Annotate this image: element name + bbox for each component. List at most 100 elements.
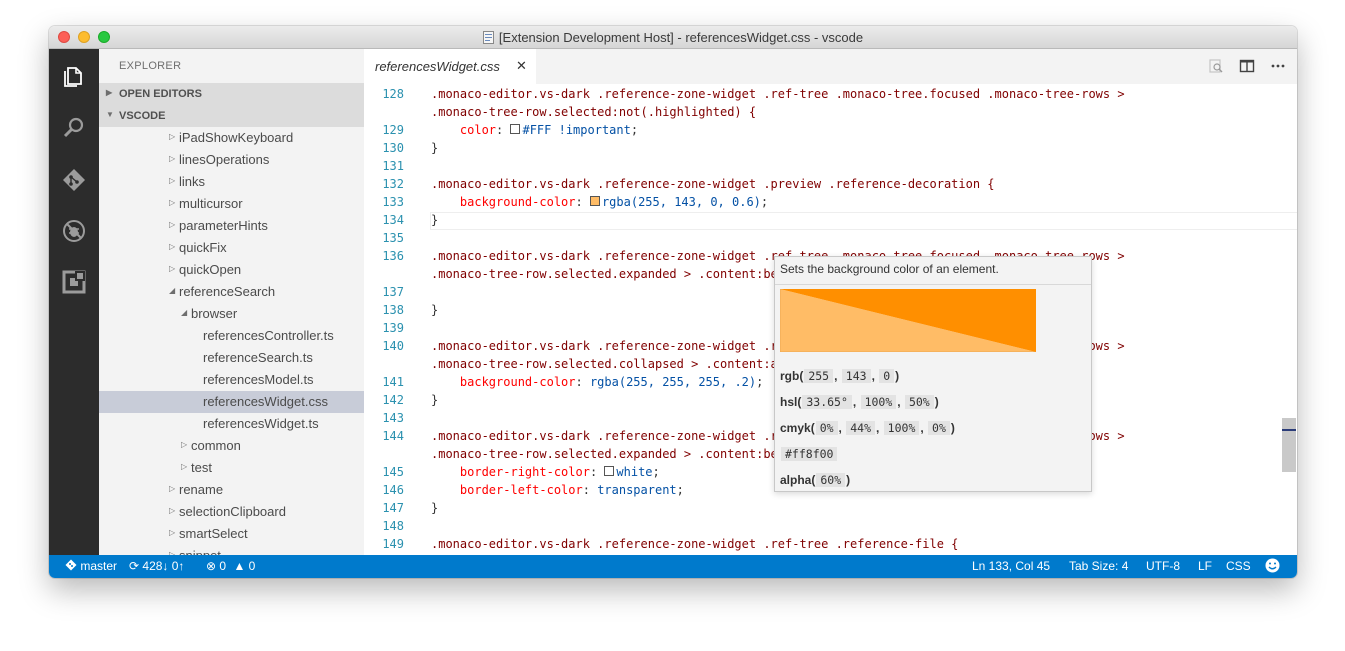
code-token: white bbox=[616, 465, 653, 479]
tree-folder[interactable]: ▷ rename bbox=[99, 479, 364, 501]
color-decorator-swatch[interactable] bbox=[510, 124, 521, 134]
warning-icon: ▲ bbox=[233, 559, 246, 573]
code-token: } bbox=[431, 501, 439, 515]
editor-area: referencesWidget.css ✕ 128 .monaco-editor… bbox=[364, 49, 1297, 555]
tree-folder[interactable]: ▷ common bbox=[99, 435, 364, 457]
line-number: 132 bbox=[382, 177, 404, 191]
tree-folder[interactable]: ▷ linesOperations bbox=[99, 149, 364, 171]
tree-file[interactable]: referencesWidget.ts bbox=[99, 413, 364, 435]
code-token: background-color bbox=[459, 195, 576, 209]
chevron-right-icon: ▷ bbox=[169, 176, 176, 185]
tree-item-label: referencesController.ts bbox=[203, 328, 334, 343]
open-editors-section[interactable]: ▶ OPEN EDITORS bbox=[99, 83, 364, 105]
files-icon[interactable] bbox=[62, 64, 86, 88]
alpha-row: alpha(60%) bbox=[780, 473, 851, 487]
code-token: ; bbox=[760, 195, 769, 209]
tree-folder[interactable]: ◢ browser bbox=[99, 303, 364, 325]
color-decorator-swatch[interactable] bbox=[604, 466, 615, 476]
hex-value: #ff8f00 bbox=[781, 447, 838, 461]
line-number: 148 bbox=[382, 519, 404, 533]
split-editor-icon[interactable] bbox=[1239, 58, 1255, 74]
more-actions-icon[interactable] bbox=[1270, 58, 1286, 74]
tree-folder[interactable]: ▷ multicursor bbox=[99, 193, 364, 215]
scrollbar-cursor-marker bbox=[1282, 429, 1296, 431]
tab-label: referencesWidget.css bbox=[375, 59, 500, 74]
error-icon: ⊗ bbox=[206, 559, 217, 573]
hsl-h-value: 33.65° bbox=[802, 395, 852, 409]
code-token: .monaco-tree-row.selected.expanded > .co… bbox=[431, 447, 822, 461]
line-number: 146 bbox=[382, 483, 404, 497]
code-token: border-right-color bbox=[459, 465, 590, 479]
tree-item-label: quickOpen bbox=[179, 262, 242, 277]
line-number: 147 bbox=[382, 501, 404, 515]
tree-file[interactable]: referencesController.ts bbox=[99, 325, 364, 347]
debug-icon[interactable] bbox=[62, 219, 86, 243]
tree-folder[interactable]: ▷ iPadShowKeyboard bbox=[99, 127, 364, 149]
code-line: color: #FFF !important; bbox=[431, 121, 638, 139]
tree-folder[interactable]: ▷ parameterHints bbox=[99, 215, 364, 237]
tree-folder[interactable]: ▷ quickFix bbox=[99, 237, 364, 259]
code-token: .monaco-editor.vs-dark .reference-zone-w… bbox=[431, 87, 1125, 101]
git-branch-icon bbox=[65, 559, 77, 571]
cursor-position[interactable]: Ln 133, Col 45 bbox=[972, 559, 1050, 573]
open-changes-icon[interactable] bbox=[1208, 58, 1224, 74]
tree-file[interactable]: referenceSearch.ts bbox=[99, 347, 364, 369]
tree-item-label: referencesWidget.css bbox=[203, 394, 328, 409]
feedback-smiley-icon[interactable] bbox=[1265, 558, 1280, 576]
code-line: .monaco-editor.vs-dark .reference-zone-w… bbox=[431, 175, 995, 193]
line-number: 129 bbox=[382, 123, 404, 137]
code-line: .monaco-editor.vs-dark .reference-zone-w… bbox=[431, 535, 958, 553]
editor-tabs: referencesWidget.css ✕ bbox=[364, 49, 1297, 84]
tree-item-label: quickFix bbox=[179, 240, 227, 255]
tree-folder[interactable]: ▷ quickOpen bbox=[99, 259, 364, 281]
line-number: 145 bbox=[382, 465, 404, 479]
code-token: rgba(255, 143, 0, 0.6) bbox=[601, 195, 761, 209]
code-token: color bbox=[459, 123, 497, 137]
code-token: } bbox=[431, 303, 439, 317]
editor-scrollbar-thumb[interactable] bbox=[1282, 418, 1296, 472]
tree-item-label: referenceSearch.ts bbox=[203, 350, 313, 365]
search-icon[interactable] bbox=[62, 116, 86, 140]
tree-folder[interactable]: ◢ referenceSearch bbox=[99, 281, 364, 303]
tree-file[interactable]: referencesModel.ts bbox=[99, 369, 364, 391]
code-line: } bbox=[431, 301, 438, 319]
eol-status[interactable]: LF bbox=[1198, 559, 1212, 573]
extensions-icon[interactable] bbox=[62, 270, 86, 294]
color-decorator-swatch[interactable] bbox=[589, 196, 600, 206]
code-line: .monaco-tree-row.selected:not(.highlight… bbox=[431, 103, 756, 121]
tab-referencesWidget-css[interactable]: referencesWidget.css ✕ bbox=[364, 49, 536, 84]
line-number: 143 bbox=[382, 411, 404, 425]
tree-item-label: referencesModel.ts bbox=[203, 372, 314, 387]
branch-status[interactable]: master bbox=[65, 559, 117, 573]
tree-folder[interactable]: ▷ test bbox=[99, 457, 364, 479]
hsl-s-value: 100% bbox=[860, 395, 897, 409]
tree-folder[interactable]: ▷ smartSelect bbox=[99, 523, 364, 545]
tree-item-label: referenceSearch bbox=[179, 284, 276, 299]
tree-file[interactable]: referencesWidget.css bbox=[99, 391, 364, 413]
workspace-section[interactable]: ▼ VSCODE bbox=[99, 105, 364, 127]
chevron-right-icon: ▷ bbox=[169, 506, 176, 515]
line-number: 133 bbox=[382, 195, 404, 209]
tree-item-label: parameterHints bbox=[179, 218, 268, 233]
sync-status[interactable]: ⟳ 428↓ 0↑ bbox=[129, 559, 184, 573]
code-line: .monaco-tree-row.selected.collapsed > .c… bbox=[431, 355, 821, 373]
chevron-right-icon: ▷ bbox=[169, 198, 176, 207]
git-icon[interactable] bbox=[62, 168, 86, 192]
encoding-status[interactable]: UTF-8 bbox=[1146, 559, 1180, 573]
line-number: 134 bbox=[382, 213, 404, 227]
language-status[interactable]: CSS bbox=[1226, 559, 1251, 573]
line-number: 136 bbox=[382, 249, 404, 263]
close-tab-icon[interactable]: ✕ bbox=[516, 58, 527, 74]
tree-folder[interactable]: ▷ selectionClipboard bbox=[99, 501, 364, 523]
tree-item-label: smartSelect bbox=[179, 526, 248, 541]
tree-folder[interactable]: ▷ links bbox=[99, 171, 364, 193]
chevron-right-icon: ▷ bbox=[169, 264, 176, 273]
tree-item-label: common bbox=[191, 438, 241, 453]
tab-size-status[interactable]: Tab Size: 4 bbox=[1069, 559, 1128, 573]
code-token: } bbox=[431, 393, 439, 407]
color-preview-swatch bbox=[780, 289, 1036, 352]
problems-status[interactable]: ⊗ 0 ▲ 0 bbox=[206, 559, 255, 573]
tree-folder[interactable]: ▷snippet bbox=[99, 545, 364, 555]
color-hover-widget: Sets the background color of an element.… bbox=[774, 256, 1092, 492]
